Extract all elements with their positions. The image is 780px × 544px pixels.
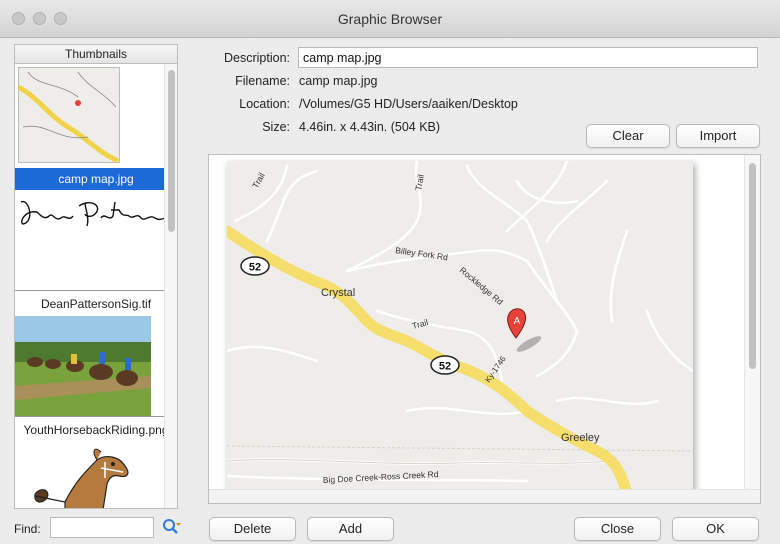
preview-vertical-scrollbar[interactable]	[744, 155, 760, 490]
find-input[interactable]	[50, 517, 154, 538]
window-title: Graphic Browser	[337, 11, 443, 27]
map-drawing: 52 52 Crystal Greeley Billey Fork Rd Roc…	[227, 161, 693, 494]
thumbnail-image-camp-map[interactable]	[15, 67, 177, 164]
description-input[interactable]	[298, 47, 758, 68]
map-background	[227, 161, 693, 494]
place-label-crystal: Crystal	[321, 287, 355, 299]
preview-horizontal-scrollbar[interactable]	[209, 489, 760, 503]
thumbnail-label[interactable]: DeanPattersonSig.tif	[15, 293, 177, 315]
size-value: 4.46in. x 4.43in. (504 KB)	[299, 120, 441, 134]
image-preview: 52 52 Crystal Greeley Billey Fork Rd Roc…	[208, 154, 761, 504]
thumbnail-separator	[15, 416, 177, 417]
thumbnail-scrollbar[interactable]	[164, 64, 177, 508]
place-label-greeley: Greeley	[561, 432, 600, 444]
map-marker-label: A	[514, 316, 521, 327]
signature-thumbnail-image	[20, 201, 172, 227]
thumbnail-list[interactable]: camp map.jpg DeanPattersonSig.tif YouthH…	[14, 64, 178, 509]
horseback-thumbnail-image	[15, 316, 151, 416]
preview-scroll-thumb[interactable]	[749, 163, 756, 369]
thumbnail-image-signature[interactable]	[15, 190, 177, 290]
map-thumbnail-image	[18, 67, 120, 163]
location-value: /Volumes/G5 HD/Users/aaiken/Desktop	[299, 97, 518, 111]
close-button[interactable]: Close	[574, 517, 661, 541]
thumbnails-header: Thumbnails	[14, 44, 178, 64]
clear-button[interactable]: Clear	[586, 124, 670, 148]
thumbnail-separator	[15, 290, 177, 291]
thumbnail-label[interactable]: camp map.jpg	[15, 168, 177, 190]
route-shield-label: 52	[249, 262, 261, 274]
route-shield-label: 52	[439, 361, 451, 373]
cartoon-horse-thumbnail-image	[34, 448, 129, 508]
map-image: 52 52 Crystal Greeley Billey Fork Rd Roc…	[227, 161, 693, 494]
ok-button[interactable]: OK	[672, 517, 759, 541]
thumbnail-image-cartoon-horse[interactable]	[15, 442, 177, 508]
location-label: Location:	[239, 97, 290, 111]
graphic-browser-window: Graphic Browser Thumbnails camp map.jpg …	[0, 0, 780, 544]
find-search-icon[interactable]	[161, 517, 183, 537]
thumbnail-image-horseback[interactable]	[15, 316, 177, 416]
title-bar: Graphic Browser	[0, 0, 780, 38]
import-button[interactable]: Import	[676, 124, 760, 148]
filename-value: camp map.jpg	[299, 74, 378, 88]
size-label: Size:	[262, 120, 290, 134]
add-button[interactable]: Add	[307, 517, 394, 541]
filename-label: Filename:	[235, 74, 290, 88]
thumbnail-label[interactable]: YouthHorsebackRiding.png	[15, 419, 177, 441]
thumbnail-scroll-thumb[interactable]	[168, 70, 175, 232]
description-label: Description:	[224, 51, 290, 65]
find-label: Find:	[14, 522, 41, 536]
delete-button[interactable]: Delete	[209, 517, 296, 541]
